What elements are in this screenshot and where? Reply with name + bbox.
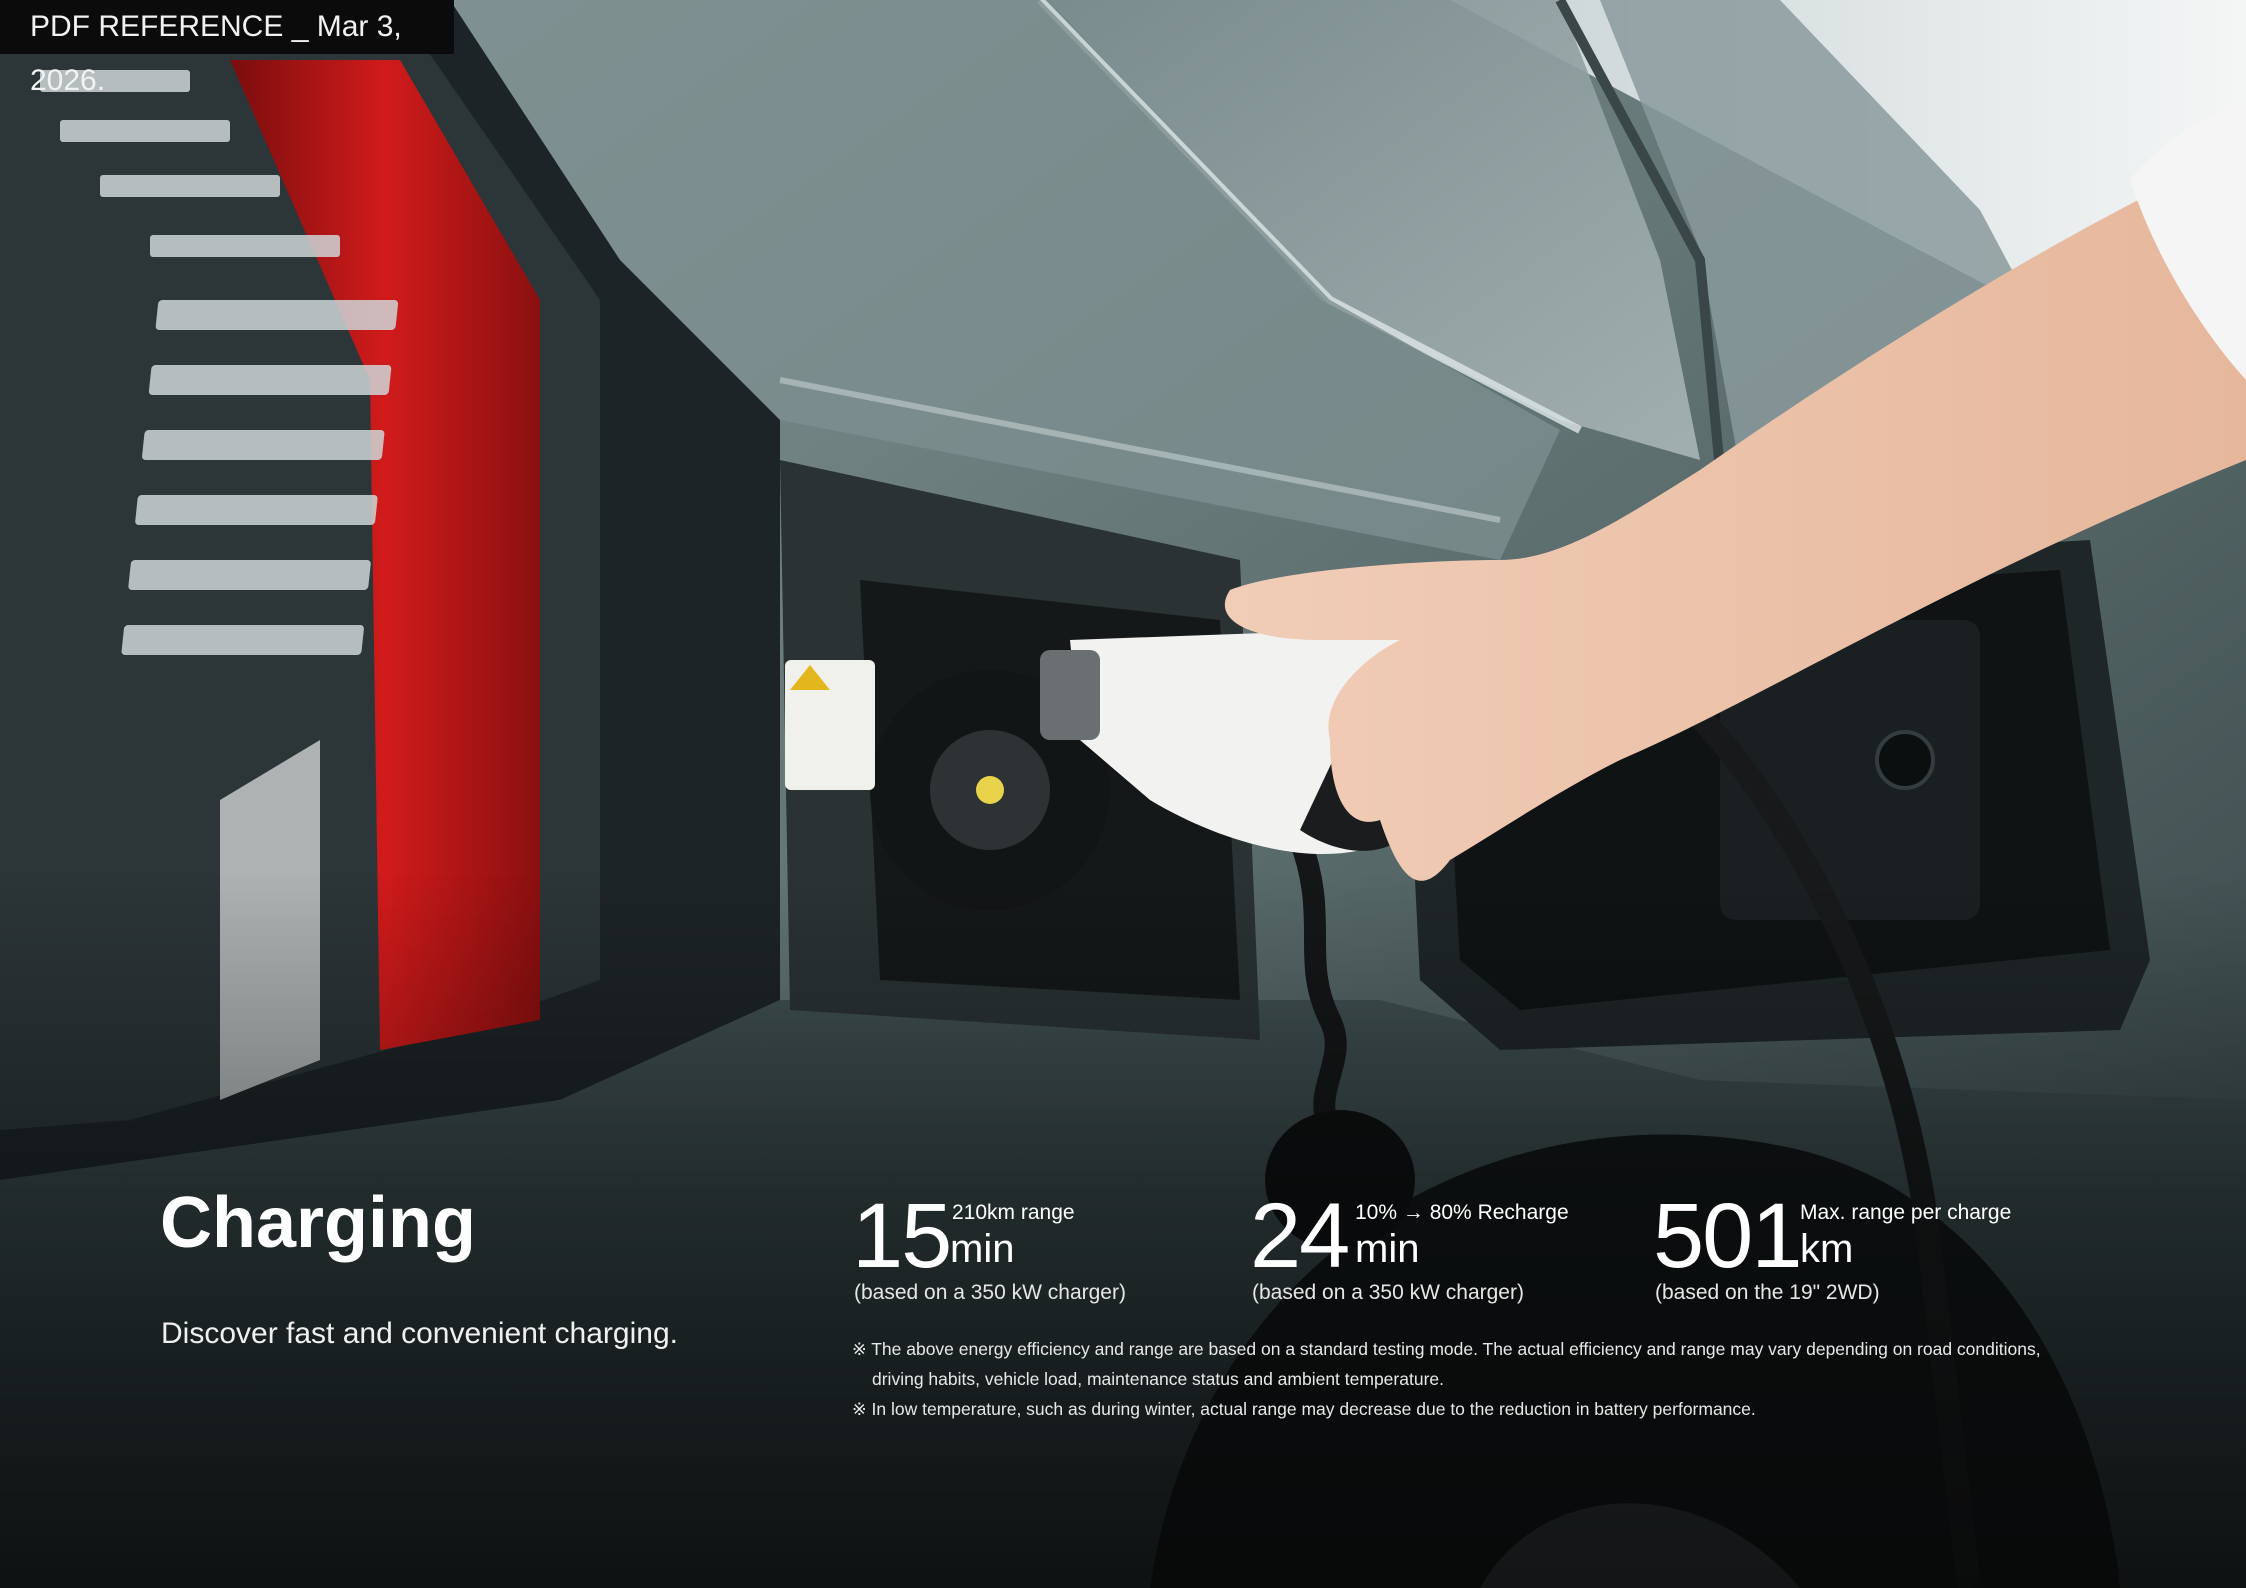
stat-caption: 10% → 80% Recharge bbox=[1355, 1201, 1569, 1224]
stat-note: (based on a 350 kW charger) bbox=[1252, 1281, 1524, 1304]
stat-unit: min bbox=[950, 1227, 1015, 1271]
stat-caption: Max. range per charge bbox=[1800, 1201, 2012, 1224]
brochure-page: PDF REFERENCE _ Mar 3, 2026. Charging Di… bbox=[0, 0, 2246, 1588]
disclaimer-efficiency-continued: driving habits, vehicle load, maintenanc… bbox=[872, 1369, 1444, 1389]
stat-unit: min bbox=[1355, 1227, 1420, 1271]
page-subtitle: Discover fast and convenient charging. bbox=[161, 1317, 678, 1350]
page-title: Charging bbox=[160, 1183, 476, 1263]
disclaimer-efficiency: ※ The above energy efficiency and range … bbox=[852, 1339, 2041, 1359]
disclaimer-low-temperature: ※ In low temperature, such as during win… bbox=[852, 1399, 1756, 1419]
stat-number: 15 bbox=[852, 1185, 952, 1287]
disclaimer-notes: ※ The above energy efficiency and range … bbox=[852, 1334, 2082, 1424]
stat-number: 24 bbox=[1250, 1185, 1350, 1287]
stat-number: 501 bbox=[1653, 1185, 1802, 1287]
stat-note: (based on a 350 kW charger) bbox=[854, 1281, 1126, 1304]
stat-caption: 210km range bbox=[952, 1201, 1075, 1224]
reference-label: PDF REFERENCE _ Mar 3, 2026. bbox=[0, 0, 454, 97]
stat-unit: km bbox=[1800, 1227, 1854, 1271]
stat-note: (based on the 19" 2WD) bbox=[1655, 1281, 1880, 1304]
